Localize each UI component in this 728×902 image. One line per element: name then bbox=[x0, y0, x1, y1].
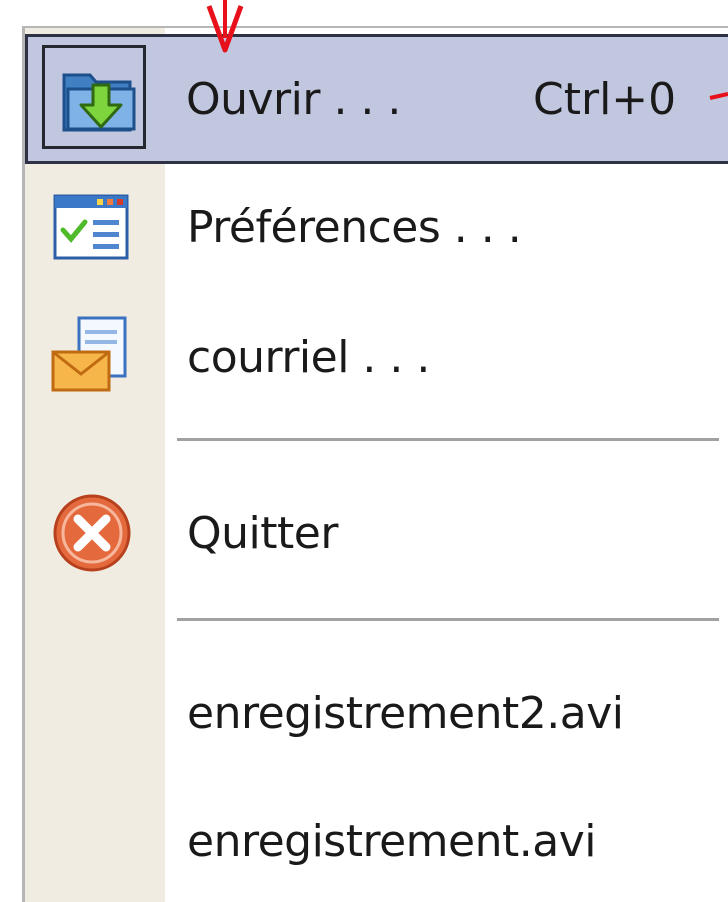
menu-item-label: Préférences . . . bbox=[187, 201, 522, 253]
menu-item-open[interactable]: Ouvrir . . . Ctrl+0 bbox=[25, 34, 728, 164]
menu-separator bbox=[177, 618, 719, 622]
menu-item-preferences[interactable]: Préférences . . . bbox=[25, 162, 728, 292]
file-menu: Ouvrir . . . Ctrl+0 Préférences . . . co… bbox=[22, 26, 728, 902]
menu-item-recent-file[interactable]: enregistrement2.avi bbox=[25, 648, 728, 778]
menu-item-label: Ouvrir . . . bbox=[186, 73, 401, 125]
menu-item-email[interactable]: courriel . . . bbox=[25, 292, 728, 422]
menu-item-recent-file[interactable]: enregistrement.avi bbox=[25, 776, 728, 902]
menu-separator bbox=[177, 438, 719, 442]
open-folder-icon bbox=[62, 73, 136, 132]
menu-item-label: Quitter bbox=[187, 507, 338, 559]
annotation-arrow-left-icon bbox=[709, 92, 728, 100]
menu-item-label: courriel . . . bbox=[187, 331, 430, 383]
menu-item-quit[interactable]: Quitter bbox=[25, 468, 728, 598]
quit-icon bbox=[53, 494, 131, 572]
menu-item-shortcut: Ctrl+0 bbox=[533, 73, 677, 125]
preferences-icon bbox=[53, 194, 129, 260]
annotation-arrow-down-icon bbox=[206, 0, 244, 53]
menu-item-label: enregistrement.avi bbox=[187, 815, 596, 867]
email-icon bbox=[51, 316, 127, 392]
menu-item-label: enregistrement2.avi bbox=[187, 687, 624, 739]
